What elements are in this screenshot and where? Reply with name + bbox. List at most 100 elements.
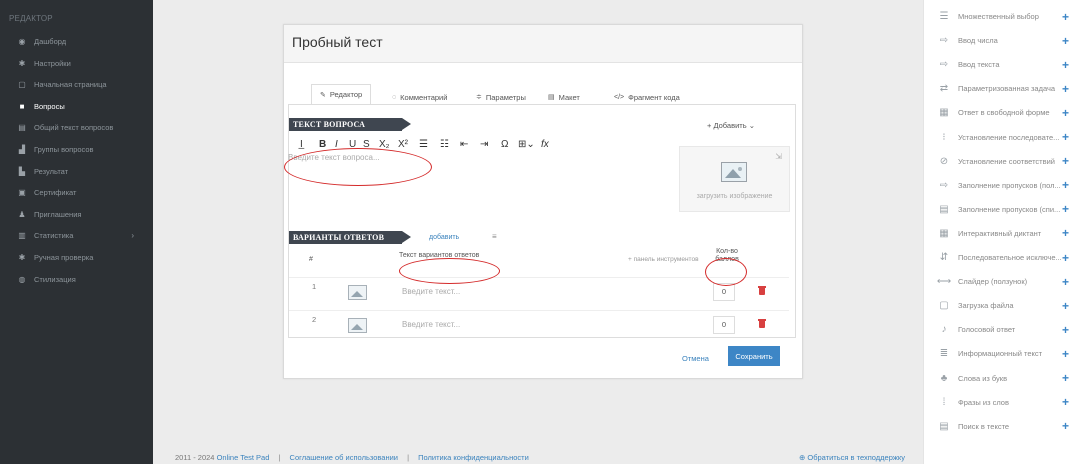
sidebar-item[interactable]: ▟ Группы вопросов <box>0 139 153 160</box>
question-type-item[interactable]: ⟷ Слайдер (ползунок) + <box>924 270 1076 293</box>
agreement-link[interactable]: Соглашение об использовании <box>290 453 398 462</box>
plus-icon[interactable]: + <box>1062 395 1069 409</box>
answer-text-input[interactable]: Введите текст... <box>402 287 460 296</box>
show-toolbar-link[interactable]: + панель инструментов <box>628 256 699 263</box>
plus-icon[interactable]: + <box>1062 130 1069 144</box>
sidebar-item[interactable]: ▣ Сертификат <box>0 182 153 203</box>
image-upload-area[interactable]: ⇲ загрузить изображение <box>679 146 790 212</box>
plus-icon[interactable]: + <box>1062 371 1069 385</box>
plus-icon[interactable]: + <box>1062 58 1069 72</box>
sidebar-item[interactable]: ▤ Общий текст вопросов <box>0 117 153 138</box>
sidebar-item[interactable]: ▢ Начальная страница <box>0 74 153 95</box>
plus-icon[interactable]: + <box>1062 106 1069 120</box>
score-input[interactable]: 0 <box>713 316 735 334</box>
style-icon: ◍ <box>18 274 26 284</box>
plus-icon[interactable]: + <box>1062 275 1069 289</box>
question-type-item[interactable]: ☰ Множественный выбор + <box>924 5 1076 28</box>
clear-format-icon[interactable]: I̲ <box>300 136 303 152</box>
answers-header: ВАРИАНТЫ ОТВЕТОВ <box>289 231 411 244</box>
numbered-list-icon[interactable]: ☰ <box>419 136 428 152</box>
question-type-item[interactable]: ⁞ Фразы из слов + <box>924 391 1076 414</box>
table-icon[interactable]: ⊞⌄ <box>518 136 535 152</box>
question-type-label: Ввод числа <box>958 36 998 46</box>
plus-icon[interactable]: + <box>1062 347 1069 361</box>
privacy-link[interactable]: Политика конфиденциальности <box>418 453 529 462</box>
phrases-icon: ⁞ <box>942 396 946 408</box>
outdent-icon[interactable]: ⇤ <box>460 136 468 152</box>
sidebar-item[interactable]: ◍ Стилизация <box>0 269 153 290</box>
sidebar-item[interactable]: ♟ Приглашения <box>0 204 153 225</box>
sidebar-item[interactable]: ✱ Ручная проверка <box>0 247 153 268</box>
question-type-item[interactable]: ≣ Информационный текст + <box>924 342 1076 365</box>
question-type-item[interactable]: ♣ Слова из букв + <box>924 367 1076 390</box>
results-icon: ▙ <box>18 166 26 176</box>
plus-icon[interactable]: + <box>1062 178 1069 192</box>
support-link[interactable]: ⊕ Обратиться в техподдержку <box>799 453 905 462</box>
question-type-item[interactable]: ⁝ Установление последовате... + <box>924 126 1076 149</box>
question-type-item[interactable]: ▤ Заполнение пропусков (спи... + <box>924 198 1076 221</box>
question-type-label: Ввод текста <box>958 60 1000 70</box>
trash-icon[interactable] <box>758 285 766 295</box>
resize-icon[interactable]: ⇲ <box>775 152 782 161</box>
plus-icon[interactable]: + <box>1062 299 1069 313</box>
question-type-item[interactable]: ⇨ Заполнение пропусков (пол... + <box>924 174 1076 197</box>
question-type-item[interactable]: ⇵ Последовательное исключе... + <box>924 246 1076 269</box>
col-number: # <box>309 256 313 263</box>
question-type-item[interactable]: ⇨ Ввод текста + <box>924 53 1076 76</box>
question-type-label: Заполнение пропусков (пол... <box>958 180 1061 190</box>
plus-icon[interactable]: + <box>1062 34 1069 48</box>
question-type-item[interactable]: ▢ Загрузка файла + <box>924 294 1076 317</box>
brand-link[interactable]: Online Test Pad <box>217 453 270 462</box>
params-icon: ≑ <box>476 94 482 101</box>
plus-icon[interactable]: + <box>1062 226 1069 240</box>
image-icon[interactable] <box>348 318 367 333</box>
sidebar-item[interactable]: ▙ Результат <box>0 161 153 182</box>
trash-icon[interactable] <box>758 318 766 328</box>
answers-menu-icon[interactable]: ≡ <box>492 232 497 241</box>
answer-text-input[interactable]: Введите текст... <box>402 320 460 329</box>
plus-icon[interactable]: + <box>1062 82 1069 96</box>
comment-icon: ◌ <box>392 93 397 101</box>
add-answer-link[interactable]: добавить <box>429 234 459 241</box>
plus-icon[interactable]: + <box>1062 323 1069 337</box>
question-type-label: Установление соответствий <box>958 156 1055 166</box>
indent-icon[interactable]: ⇥ <box>480 136 488 152</box>
sidebar-item[interactable]: ■ Вопросы <box>0 96 153 117</box>
question-type-item[interactable]: ⇄ Параметризованная задача + <box>924 77 1076 100</box>
image-icon[interactable] <box>348 285 367 300</box>
question-type-item[interactable]: ▤ Поиск в тексте + <box>924 415 1076 438</box>
statistics-icon: ▥ <box>18 231 26 241</box>
question-type-item[interactable]: ▦ Интерактивный диктант + <box>924 222 1076 245</box>
question-type-item[interactable]: ⇨ Ввод числа + <box>924 29 1076 52</box>
sidebar-item[interactable]: ✱ Настройки <box>0 53 153 74</box>
sidebar-item-label: Результат <box>34 166 69 176</box>
footer-links: 2011 - 2024 Online Test Pad | Соглашение… <box>175 453 529 462</box>
question-editor-modal: Пробный тест ✎ Редактор ◌ Комментарий ≑ Парам… <box>283 24 803 379</box>
gaps-select-icon: ▤ <box>939 203 949 215</box>
question-type-label: Установление последовате... <box>958 132 1060 142</box>
text-input-icon: ⇨ <box>939 59 949 71</box>
special-char-icon[interactable]: Ω <box>501 136 508 152</box>
tab-label: Комментарий <box>400 92 448 102</box>
add-dropdown-button[interactable]: + Добавить ⌄ <box>707 121 755 130</box>
superscript-icon[interactable]: X² <box>398 136 408 152</box>
sidebar-item[interactable]: ◉ Дашборд <box>0 31 153 52</box>
sidebar-item[interactable]: ▥ Статистика › <box>0 225 153 246</box>
formula-icon[interactable]: fx <box>541 136 549 152</box>
plus-icon[interactable]: + <box>1062 251 1069 265</box>
annotation-circle <box>284 148 432 186</box>
question-type-item[interactable]: ▦ Ответ в свободной форме + <box>924 101 1076 124</box>
tab-edit[interactable]: ✎ Редактор <box>311 84 372 104</box>
bullet-list-icon[interactable]: ☷ <box>440 136 449 152</box>
cancel-button[interactable]: Отмена <box>682 354 709 363</box>
plus-icon[interactable]: + <box>1062 10 1069 24</box>
plus-icon[interactable]: + <box>1062 202 1069 216</box>
save-button[interactable]: Сохранить <box>728 346 780 366</box>
plus-icon[interactable]: + <box>1062 154 1069 168</box>
question-type-label: Параметризованная задача <box>958 84 1056 94</box>
plus-icon[interactable]: + <box>1062 419 1069 433</box>
question-type-label: Интерактивный диктант <box>958 228 1042 238</box>
question-type-item[interactable]: ⊘ Установление соответствий + <box>924 150 1076 173</box>
sequence-icon: ⁝ <box>942 131 946 143</box>
question-type-item[interactable]: ♪ Голосовой ответ + <box>924 318 1076 341</box>
